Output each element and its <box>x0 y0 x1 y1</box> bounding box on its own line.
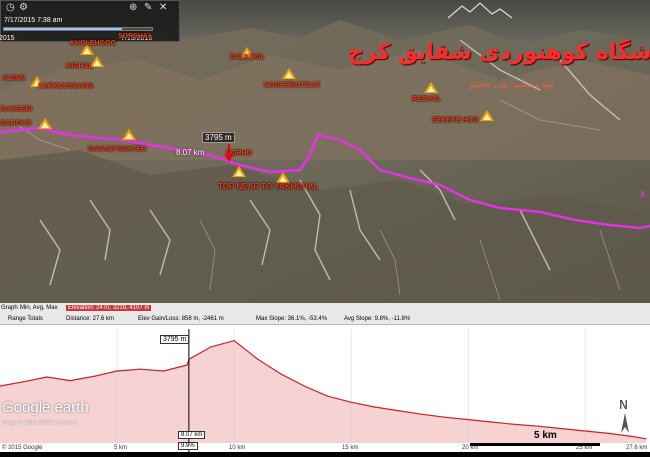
north-arrow-icon[interactable]: N <box>616 397 634 437</box>
peak-label: SORSHAL <box>118 33 153 40</box>
profile-point <box>93 375 95 377</box>
peak-label: KHOLEHGOO <box>70 40 116 47</box>
profile-point <box>256 358 259 360</box>
range-totals-label: Range Totals <box>8 316 43 322</box>
peak-marker[interactable] <box>480 110 494 121</box>
profile-point <box>490 421 493 423</box>
time-slider-panel[interactable]: ◷ ⚙ ⊕ ✎ ✕ 7/17/2015 7:38 am 2015 7/19/20… <box>0 0 180 42</box>
x-tick-label: 15 km <box>342 445 359 451</box>
x-tick-label: 27.6 km <box>626 445 648 451</box>
profile-point <box>420 413 422 415</box>
clock-icon[interactable]: ◷ <box>6 3 15 13</box>
profile-point <box>186 364 188 366</box>
peak-icon <box>122 129 136 140</box>
peak-label: DALKOOL <box>230 54 265 61</box>
google-earth-logo: Google earth <box>2 399 89 416</box>
elevation-callout: 3795 m <box>202 132 235 143</box>
peak-label: GAVANPOSHTEH <box>88 146 147 153</box>
peak-label: NOGHRBOTDAR <box>264 82 320 89</box>
elevation-stat[interactable]: Elevation: 2470, 3218, 4107 m <box>66 305 152 311</box>
svg-text:N: N <box>619 398 628 412</box>
peak-marker[interactable] <box>282 68 296 79</box>
scale-bar: 5 km <box>470 430 600 450</box>
peak-icon <box>232 166 246 177</box>
close-icon[interactable]: ✕ <box>159 3 167 13</box>
profile-point <box>645 438 647 440</box>
time-fill <box>4 28 123 30</box>
peak-label: BANGEBI <box>0 106 33 113</box>
distance-stat: Distance: 27.6 km <box>66 316 115 322</box>
peak-label: SARKOUSBANG <box>38 83 94 90</box>
cursor-slope: 9.9% <box>178 442 198 450</box>
profile-point <box>397 410 399 412</box>
profile-point <box>280 373 282 375</box>
x-tick-label: 10 km <box>229 445 246 451</box>
zoom-in-icon[interactable]: ⊕ <box>129 3 137 13</box>
terrain-view[interactable]: ◷ ⚙ ⊕ ✎ ✕ 7/17/2015 7:38 am 2015 7/19/20… <box>0 0 650 303</box>
time-start: 2015 <box>0 35 15 42</box>
profile-point <box>69 380 71 382</box>
profile-point <box>537 425 539 427</box>
x-tick-label: 5 km <box>114 445 128 451</box>
copyright: © 2015 Google <box>2 445 43 451</box>
profile-point <box>46 376 48 378</box>
club-subtitle: تهیه و تنظیم: علی حاجیلو <box>470 80 554 89</box>
track-end-marker[interactable]: X <box>640 190 645 199</box>
peak-marker[interactable] <box>424 82 438 93</box>
profile-point <box>444 416 446 418</box>
profile-point <box>188 358 190 360</box>
profile-point <box>327 395 329 397</box>
avg-slope-stat[interactable]: Avg Slope: 9.8%, -11.8% <box>344 316 410 322</box>
elevation-profile-panel[interactable]: Graph Min, Avg, Max Elevation: 2470, 321… <box>0 303 650 452</box>
profile-point <box>467 419 469 421</box>
max-slope-stat[interactable]: Max Slope: 36.1%, -53.4% <box>256 316 327 322</box>
time-track[interactable] <box>3 27 153 31</box>
profile-point <box>303 385 305 387</box>
peak-icon <box>282 68 296 79</box>
peak-label: TOP NEAR TO YAKHCHAL <box>218 182 319 191</box>
min-avg-max-label: Min, Avg, Max <box>20 305 58 311</box>
cursor-distance: 8.07 km <box>178 431 206 439</box>
peak-marker[interactable] <box>122 129 136 140</box>
wrench-icon[interactable]: ✎ <box>144 3 152 13</box>
profile-point <box>163 370 165 372</box>
profile-point <box>233 339 235 342</box>
position-pointer-icon <box>224 144 234 162</box>
settings-icon[interactable]: ⚙ <box>19 3 28 13</box>
profile-point <box>373 406 376 408</box>
profile-point <box>139 368 142 370</box>
profile-point <box>210 346 212 348</box>
scale-label: 5 km <box>534 430 557 441</box>
peak-icon <box>424 82 438 93</box>
peak-icon <box>38 118 52 129</box>
peak-marker[interactable] <box>232 166 246 177</box>
peak-label: SEKEYE HOO <box>432 117 479 124</box>
profile-stats-bar: Graph Min, Avg, Max Elevation: 2470, 321… <box>0 303 650 325</box>
profile-point <box>350 401 352 403</box>
profile-point <box>514 423 516 425</box>
cursor-elevation: 3795 m <box>160 335 190 344</box>
mountain-logo-icon <box>447 2 513 19</box>
imagery-credit: Image © 2015 CNES / Astrium <box>2 420 77 426</box>
scale-bar-line <box>470 443 600 446</box>
graph-label[interactable]: Graph <box>1 305 18 311</box>
current-time: 7/17/2015 7:38 am <box>4 17 63 24</box>
peak-label: ALVAN <box>2 75 26 82</box>
peak-icon <box>480 110 494 121</box>
club-title: باشگاه کوهنوردی شقایق کرج <box>348 40 650 65</box>
peak-label: GARGHO <box>0 120 32 127</box>
peak-label: MISHAL <box>66 63 93 70</box>
profile-point <box>22 381 25 383</box>
profile-point <box>116 370 118 372</box>
peak-label: RECHAL <box>412 96 442 103</box>
distance-label: 8.07 km <box>176 148 205 157</box>
gain-loss-stat: Elev Gain/Loss: 858 m, -2461 m <box>138 316 224 322</box>
peak-marker[interactable] <box>38 118 52 129</box>
profile-point <box>607 432 610 434</box>
